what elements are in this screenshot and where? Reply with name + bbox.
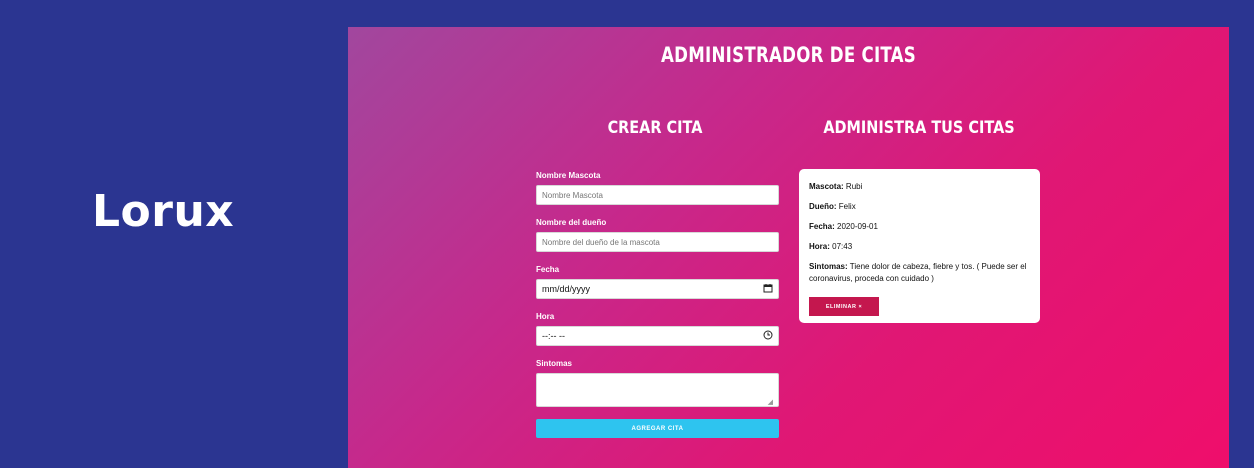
appointment-date: Fecha: 2020-09-01	[809, 222, 878, 231]
owner-name-input[interactable]: Nombre del dueño de la mascota	[536, 232, 779, 252]
owner-name-label: Nombre del dueño	[536, 218, 607, 227]
brand-logo-text: Lorux	[92, 186, 235, 237]
clock-icon[interactable]	[763, 330, 773, 342]
date-input[interactable]: mm/dd/yyyy	[536, 279, 779, 299]
appointments-app: ADMINISTRADOR DE CITAS CREAR CITA ADMINI…	[348, 27, 1229, 468]
page-title: ADMINISTRADOR DE CITAS	[661, 43, 916, 67]
appointment-symptoms: Sintomas: Tiene dolor de cabeza, fiebre …	[809, 262, 1027, 283]
appointment-owner: Dueño: Felix	[809, 202, 856, 211]
time-label: Hora	[536, 312, 555, 321]
admin-section-title: ADMINISTRA TUS CITAS	[823, 118, 1015, 138]
pet-name-input[interactable]: Nombre Mascota	[536, 185, 779, 205]
appointment-pet: Mascota: Rubi	[809, 182, 863, 191]
time-value: --:-- --	[542, 331, 565, 341]
add-appointment-button[interactable]: AGREGAR CITA	[536, 419, 779, 438]
date-value: mm/dd/yyyy	[542, 284, 591, 294]
create-section-title: CREAR CITA	[607, 118, 703, 138]
date-label: Fecha	[536, 265, 560, 274]
symptoms-label: Sintomas	[536, 359, 573, 368]
symptoms-textarea[interactable]: ◢	[536, 373, 779, 407]
appointment-form: Nombre Mascota Nombre Mascota Nombre del…	[536, 171, 779, 438]
appointment-card: Mascota: Rubi Dueño: Felix Fecha: 2020-0…	[799, 169, 1040, 323]
calendar-icon[interactable]	[763, 283, 773, 295]
pet-name-label: Nombre Mascota	[536, 171, 601, 180]
time-input[interactable]: --:-- --	[536, 326, 779, 346]
owner-name-placeholder: Nombre del dueño de la mascota	[542, 237, 660, 247]
resize-handle-icon[interactable]: ◢	[768, 398, 773, 406]
delete-appointment-button[interactable]: ELIMINAR ×	[809, 297, 879, 316]
appointment-time: Hora: 07:43	[809, 242, 853, 251]
